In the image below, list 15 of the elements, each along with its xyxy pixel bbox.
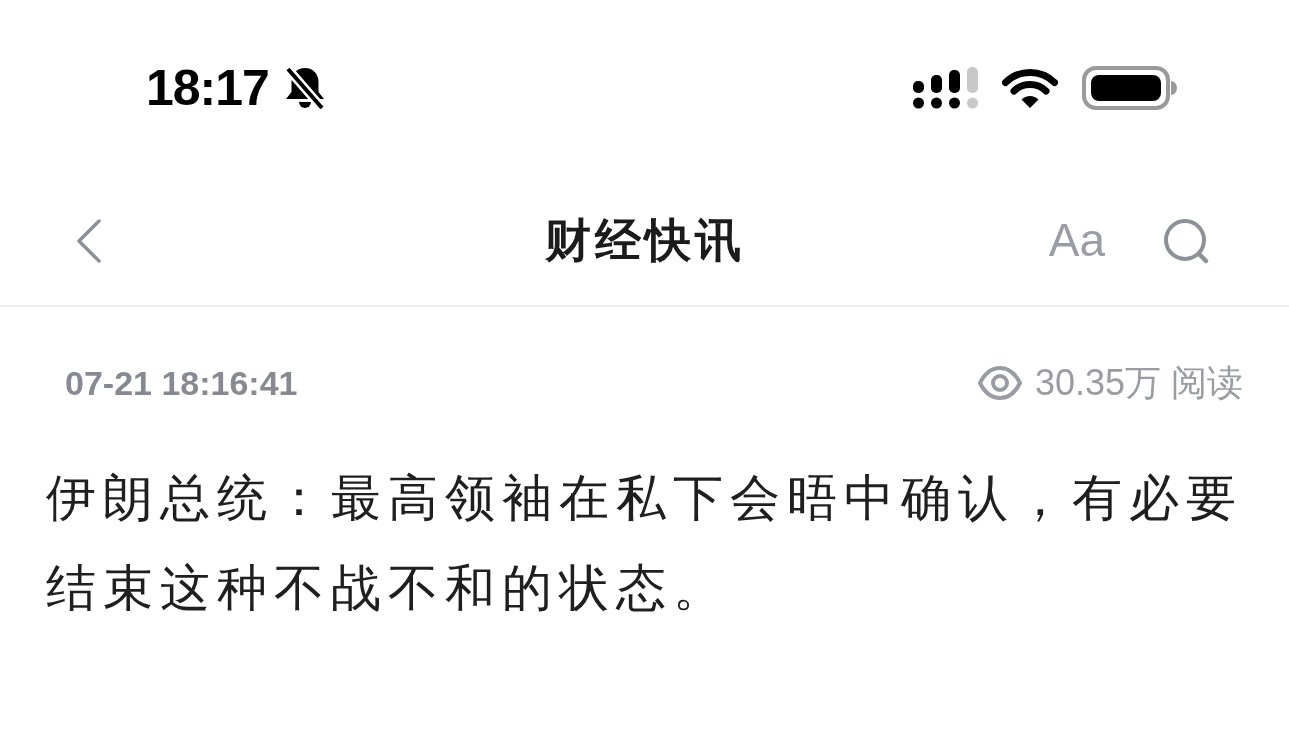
view-count: 30.35万 xyxy=(1034,361,1161,405)
back-button[interactable] xyxy=(76,218,102,263)
view-label: 阅读 xyxy=(1171,361,1243,405)
wifi-icon xyxy=(1002,68,1058,108)
news-text: 伊朗总统：最高领袖在私下会晤中确认，有必要结束这种不战不和的状态。 xyxy=(46,469,1244,618)
battery-icon xyxy=(1082,66,1177,110)
eye-icon xyxy=(976,364,1023,402)
timestamp: 07-21 18:16:41 xyxy=(65,362,298,404)
status-time: 18:17 xyxy=(146,63,269,113)
signal-icon xyxy=(913,67,978,109)
font-size-button[interactable]: Aa xyxy=(1048,215,1105,266)
search-button[interactable] xyxy=(1163,217,1209,264)
back-chevron-icon xyxy=(76,218,102,263)
page-title: 财经快讯 xyxy=(544,212,745,268)
search-icon xyxy=(1163,217,1209,264)
